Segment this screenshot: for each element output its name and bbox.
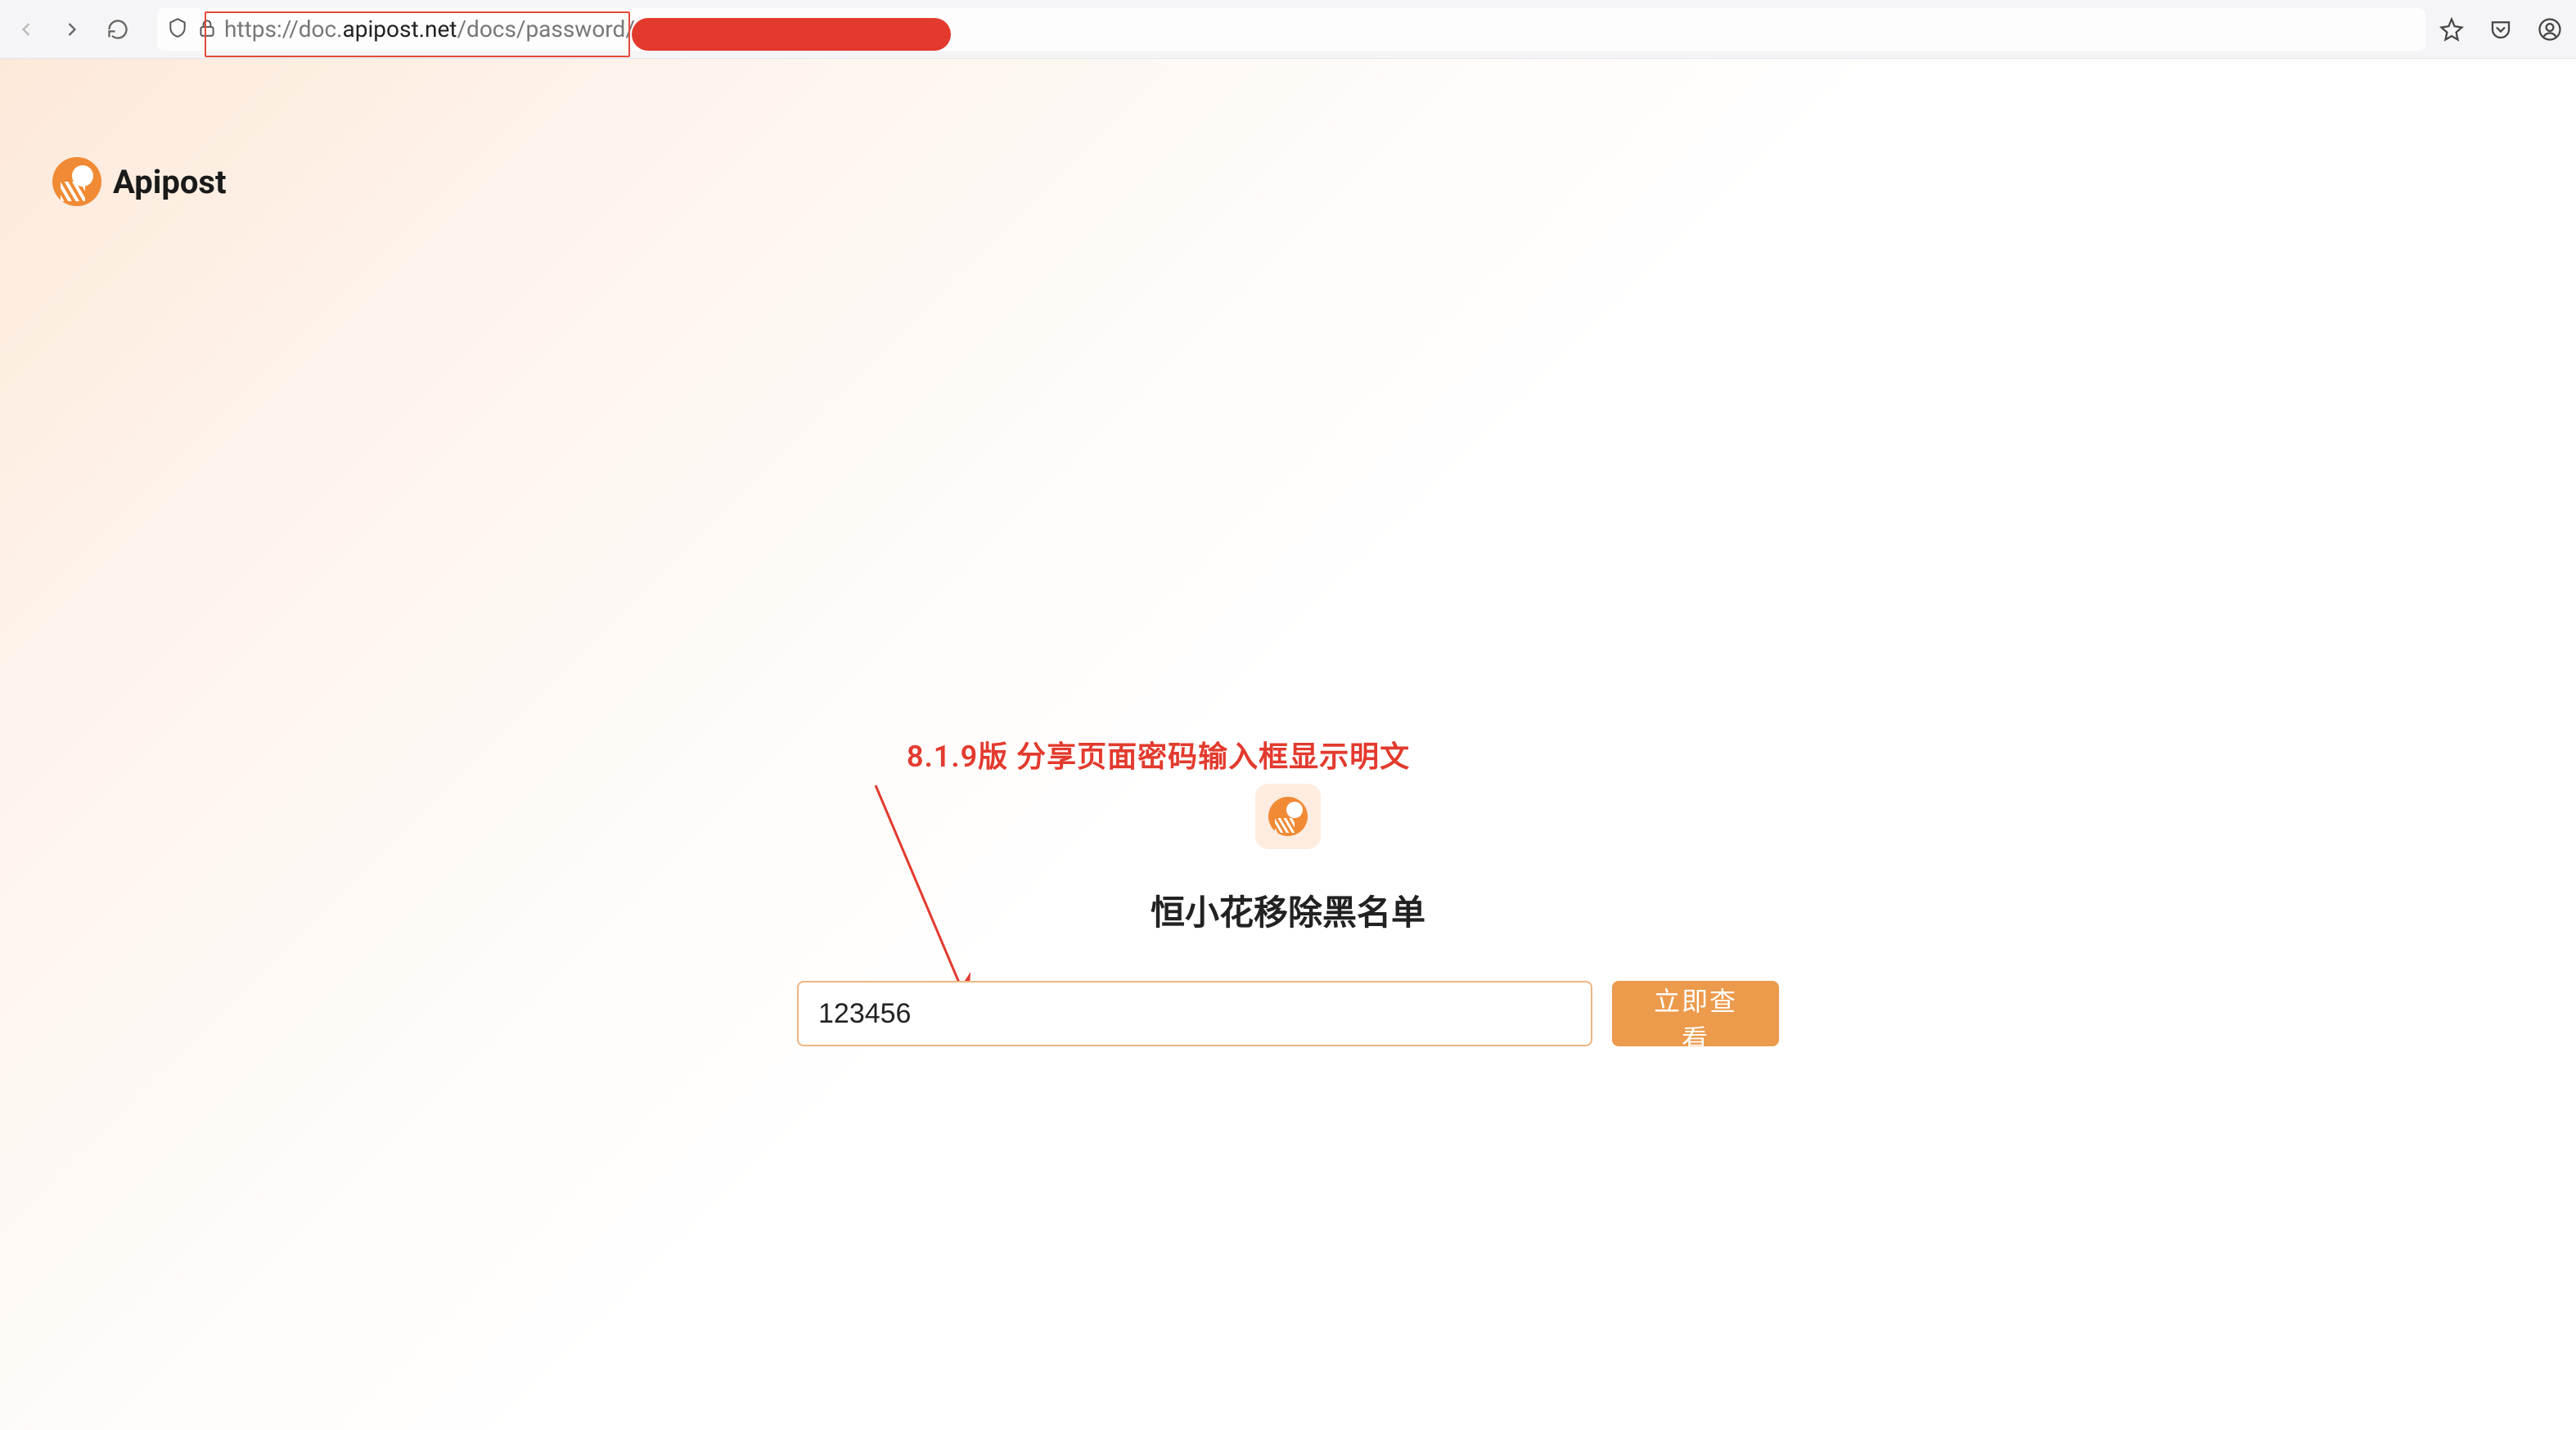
- card-logo-icon: [1268, 797, 1308, 836]
- url-suffix: /docs/password/: [457, 16, 634, 43]
- password-card: 恒小花移除黑名单 立即查看: [797, 784, 1779, 1046]
- lock-icon: [196, 17, 218, 42]
- brand-name: Apipost: [113, 163, 227, 201]
- annotation-text: 8.1.9版 分享页面密码输入框显示明文: [907, 733, 1410, 776]
- page-content: Apipost 8.1.9版 分享页面密码输入框显示明文 恒小花移除黑名单 立即…: [0, 59, 2576, 1430]
- url-prefix: https://doc.: [224, 16, 343, 43]
- annotation-redaction: [632, 18, 951, 51]
- forward-button[interactable]: [59, 16, 85, 43]
- url-text: https://doc.apipost.net/docs/password/: [224, 8, 635, 51]
- star-icon[interactable]: [2439, 16, 2465, 43]
- address-bar[interactable]: https://doc.apipost.net/docs/password/: [157, 8, 2425, 51]
- doc-title: 恒小花移除黑名单: [1151, 885, 1425, 935]
- toolbar-right-icons: [2439, 16, 2563, 43]
- shield-icon: [167, 17, 188, 42]
- card-logo: [1255, 784, 1321, 849]
- back-button[interactable]: [13, 16, 39, 43]
- reload-button[interactable]: [105, 16, 131, 43]
- nav-buttons: [13, 16, 131, 43]
- url-host: apipost.net: [343, 16, 457, 43]
- input-row: 立即查看: [797, 981, 1779, 1046]
- pocket-icon[interactable]: [2488, 16, 2514, 43]
- brand-logo-icon: [52, 157, 101, 206]
- view-button[interactable]: 立即查看: [1612, 981, 1779, 1046]
- password-input[interactable]: [797, 981, 1592, 1046]
- security-icons: [167, 17, 218, 42]
- browser-toolbar: https://doc.apipost.net/docs/password/: [0, 0, 2576, 59]
- brand: Apipost: [52, 157, 227, 206]
- account-icon[interactable]: [2537, 16, 2563, 43]
